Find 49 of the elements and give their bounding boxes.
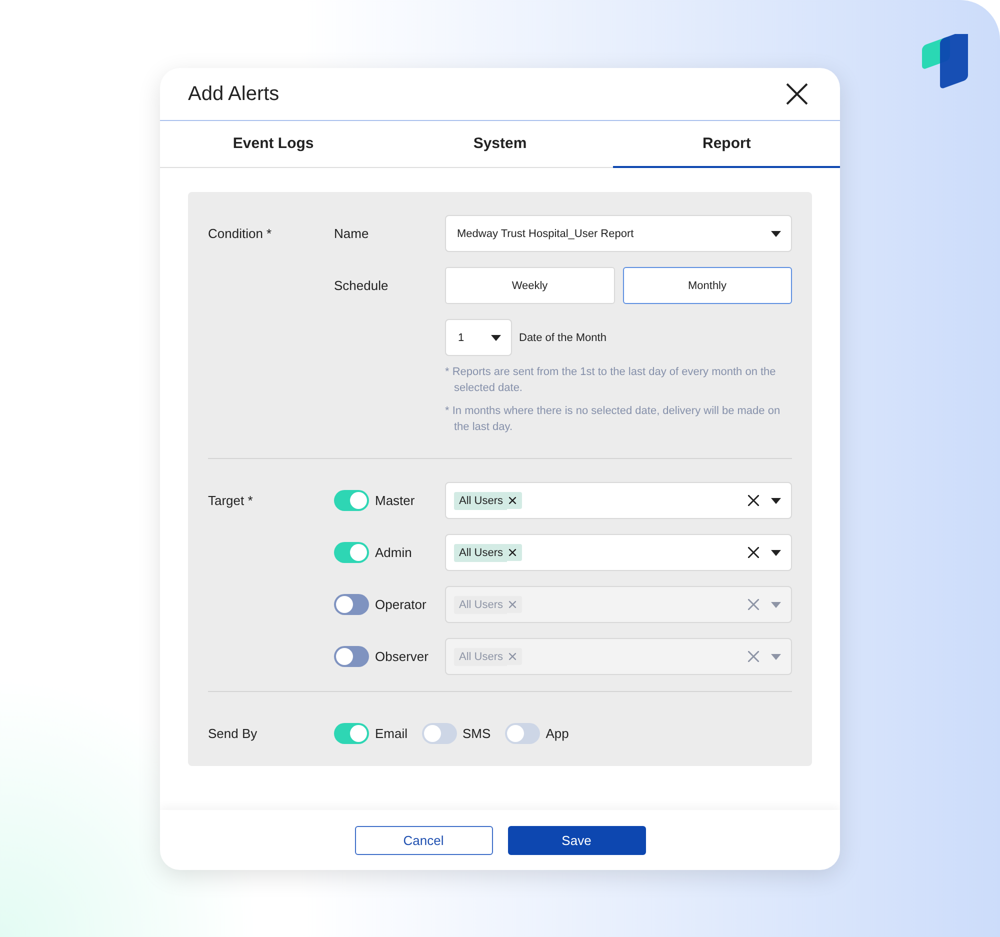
clear-icon[interactable]	[748, 495, 759, 506]
date-select[interactable]: 1	[445, 319, 512, 356]
toggle-label: Operator	[375, 596, 426, 614]
toggle-label: App	[546, 726, 569, 741]
tab[interactable]: Report	[613, 121, 840, 168]
field-label: Target *	[208, 492, 254, 510]
caret-icon	[771, 230, 781, 236]
tag-chip: All Users	[454, 648, 508, 666]
toggle-label: Master	[375, 492, 415, 510]
field-label: Name	[334, 225, 370, 243]
close-icon[interactable]	[786, 83, 808, 105]
remove-icon[interactable]	[507, 492, 522, 509]
note-text: * Reports are sent from the 1st to the last day of every month on the selected date.	[445, 365, 777, 396]
name-select[interactable]: Medway Trust Hospital_User Report	[445, 215, 792, 252]
toggle-label: Admin	[375, 544, 412, 562]
caret-icon	[771, 498, 781, 504]
field-label: Schedule	[334, 277, 390, 295]
schedule-option[interactable]: Monthly	[622, 267, 792, 304]
tag-chip: All Users	[454, 492, 508, 510]
user-select[interactable]: All Users	[445, 534, 792, 571]
caret-icon	[771, 654, 781, 660]
toggle-switch[interactable]	[334, 594, 369, 615]
toggle-switch[interactable]	[422, 723, 457, 744]
caret-icon	[491, 334, 501, 340]
cancel-button[interactable]: Cancel	[354, 826, 492, 854]
tab[interactable]: System	[386, 121, 614, 168]
tab[interactable]: Event Logs	[160, 121, 387, 168]
toggle-label: Observer	[375, 648, 428, 666]
field-label: Condition *	[208, 225, 273, 243]
toggle-switch[interactable]	[334, 542, 369, 563]
tag-chip: All Users	[454, 596, 508, 614]
toggle-label: Email	[375, 726, 408, 741]
caret-icon	[771, 550, 781, 556]
save-button[interactable]: Save	[508, 826, 646, 854]
date-label: Date of the Month	[519, 332, 606, 344]
remove-icon[interactable]	[507, 544, 522, 561]
toggle-switch[interactable]	[504, 723, 540, 744]
toggle-switch[interactable]	[334, 646, 369, 667]
toggle-label: SMS	[462, 726, 491, 741]
caret-icon	[771, 602, 781, 608]
field-label: Send By	[208, 725, 258, 743]
schedule-option[interactable]: Weekly	[445, 267, 614, 304]
dialog-title: Add Alerts	[188, 82, 280, 106]
toggle-switch[interactable]	[334, 723, 369, 744]
note-text: * In months where there is no selected date, delivery will be made on the last day.	[445, 404, 782, 435]
user-select[interactable]: All Users	[445, 482, 792, 519]
tag-chip: All Users	[454, 544, 508, 562]
clear-icon[interactable]	[748, 547, 759, 558]
toggle-switch[interactable]	[334, 490, 369, 511]
